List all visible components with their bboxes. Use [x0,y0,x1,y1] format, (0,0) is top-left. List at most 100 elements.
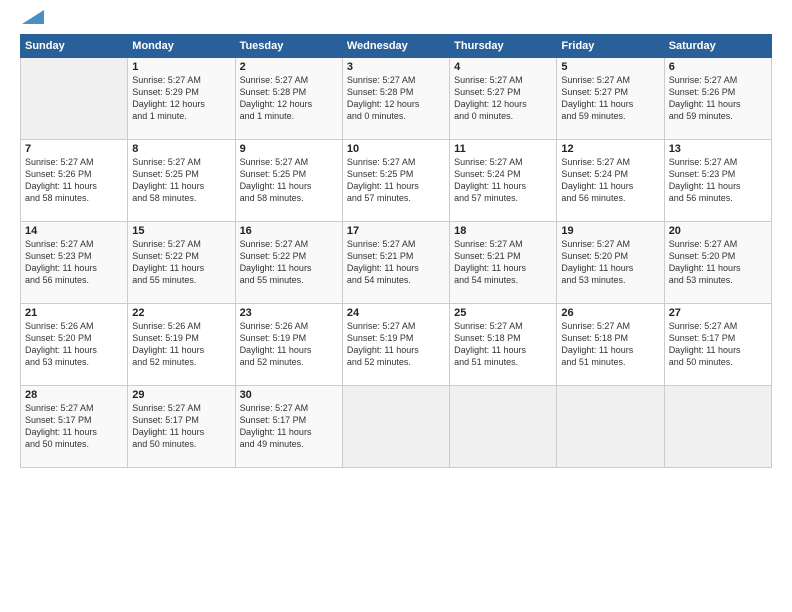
day-number: 12 [561,143,659,155]
day-number: 22 [132,307,230,319]
week-row-4: 21Sunrise: 5:26 AM Sunset: 5:20 PM Dayli… [21,304,772,386]
day-number: 20 [669,225,767,237]
day-number: 1 [132,61,230,73]
calendar-cell: 27Sunrise: 5:27 AM Sunset: 5:17 PM Dayli… [664,304,771,386]
day-number: 13 [669,143,767,155]
calendar-cell: 23Sunrise: 5:26 AM Sunset: 5:19 PM Dayli… [235,304,342,386]
calendar-cell: 21Sunrise: 5:26 AM Sunset: 5:20 PM Dayli… [21,304,128,386]
day-info: Sunrise: 5:27 AM Sunset: 5:25 PM Dayligh… [132,156,230,205]
col-header-monday: Monday [128,35,235,58]
calendar-cell: 11Sunrise: 5:27 AM Sunset: 5:24 PM Dayli… [450,140,557,222]
calendar-cell: 29Sunrise: 5:27 AM Sunset: 5:17 PM Dayli… [128,386,235,468]
day-number: 10 [347,143,445,155]
day-info: Sunrise: 5:27 AM Sunset: 5:25 PM Dayligh… [240,156,338,205]
calendar-cell: 28Sunrise: 5:27 AM Sunset: 5:17 PM Dayli… [21,386,128,468]
day-number: 24 [347,307,445,319]
day-info: Sunrise: 5:27 AM Sunset: 5:17 PM Dayligh… [25,402,123,451]
day-info: Sunrise: 5:27 AM Sunset: 5:18 PM Dayligh… [454,320,552,369]
day-number: 14 [25,225,123,237]
calendar-cell: 9Sunrise: 5:27 AM Sunset: 5:25 PM Daylig… [235,140,342,222]
day-info: Sunrise: 5:27 AM Sunset: 5:26 PM Dayligh… [25,156,123,205]
calendar-cell: 1Sunrise: 5:27 AM Sunset: 5:29 PM Daylig… [128,58,235,140]
day-info: Sunrise: 5:27 AM Sunset: 5:18 PM Dayligh… [561,320,659,369]
calendar-cell: 19Sunrise: 5:27 AM Sunset: 5:20 PM Dayli… [557,222,664,304]
day-info: Sunrise: 5:26 AM Sunset: 5:20 PM Dayligh… [25,320,123,369]
day-number: 9 [240,143,338,155]
day-info: Sunrise: 5:27 AM Sunset: 5:20 PM Dayligh… [561,238,659,287]
day-info: Sunrise: 5:27 AM Sunset: 5:17 PM Dayligh… [132,402,230,451]
calendar-cell: 7Sunrise: 5:27 AM Sunset: 5:26 PM Daylig… [21,140,128,222]
calendar-cell [21,58,128,140]
day-number: 30 [240,389,338,401]
col-header-friday: Friday [557,35,664,58]
day-number: 3 [347,61,445,73]
day-info: Sunrise: 5:27 AM Sunset: 5:22 PM Dayligh… [132,238,230,287]
calendar-cell: 15Sunrise: 5:27 AM Sunset: 5:22 PM Dayli… [128,222,235,304]
logo [20,18,44,24]
header-row: SundayMondayTuesdayWednesdayThursdayFrid… [21,35,772,58]
day-number: 29 [132,389,230,401]
day-number: 16 [240,225,338,237]
col-header-tuesday: Tuesday [235,35,342,58]
day-info: Sunrise: 5:27 AM Sunset: 5:23 PM Dayligh… [25,238,123,287]
calendar-cell: 24Sunrise: 5:27 AM Sunset: 5:19 PM Dayli… [342,304,449,386]
calendar-cell: 22Sunrise: 5:26 AM Sunset: 5:19 PM Dayli… [128,304,235,386]
calendar-cell: 4Sunrise: 5:27 AM Sunset: 5:27 PM Daylig… [450,58,557,140]
day-info: Sunrise: 5:27 AM Sunset: 5:29 PM Dayligh… [132,74,230,123]
day-info: Sunrise: 5:27 AM Sunset: 5:24 PM Dayligh… [454,156,552,205]
calendar-cell: 26Sunrise: 5:27 AM Sunset: 5:18 PM Dayli… [557,304,664,386]
day-info: Sunrise: 5:27 AM Sunset: 5:27 PM Dayligh… [561,74,659,123]
day-info: Sunrise: 5:27 AM Sunset: 5:24 PM Dayligh… [561,156,659,205]
day-number: 7 [25,143,123,155]
day-info: Sunrise: 5:27 AM Sunset: 5:17 PM Dayligh… [240,402,338,451]
day-info: Sunrise: 5:27 AM Sunset: 5:25 PM Dayligh… [347,156,445,205]
page: SundayMondayTuesdayWednesdayThursdayFrid… [0,0,792,612]
day-number: 23 [240,307,338,319]
week-row-3: 14Sunrise: 5:27 AM Sunset: 5:23 PM Dayli… [21,222,772,304]
day-number: 15 [132,225,230,237]
day-number: 17 [347,225,445,237]
calendar-cell [342,386,449,468]
day-number: 28 [25,389,123,401]
calendar-cell: 12Sunrise: 5:27 AM Sunset: 5:24 PM Dayli… [557,140,664,222]
calendar-cell: 6Sunrise: 5:27 AM Sunset: 5:26 PM Daylig… [664,58,771,140]
day-info: Sunrise: 5:27 AM Sunset: 5:19 PM Dayligh… [347,320,445,369]
calendar-cell: 18Sunrise: 5:27 AM Sunset: 5:21 PM Dayli… [450,222,557,304]
week-row-2: 7Sunrise: 5:27 AM Sunset: 5:26 PM Daylig… [21,140,772,222]
calendar-table: SundayMondayTuesdayWednesdayThursdayFrid… [20,34,772,468]
day-info: Sunrise: 5:27 AM Sunset: 5:20 PM Dayligh… [669,238,767,287]
calendar-cell: 25Sunrise: 5:27 AM Sunset: 5:18 PM Dayli… [450,304,557,386]
calendar-cell [664,386,771,468]
day-info: Sunrise: 5:27 AM Sunset: 5:27 PM Dayligh… [454,74,552,123]
day-info: Sunrise: 5:27 AM Sunset: 5:28 PM Dayligh… [347,74,445,123]
calendar-cell: 8Sunrise: 5:27 AM Sunset: 5:25 PM Daylig… [128,140,235,222]
logo-icon [22,10,44,24]
day-info: Sunrise: 5:27 AM Sunset: 5:21 PM Dayligh… [454,238,552,287]
calendar-cell: 2Sunrise: 5:27 AM Sunset: 5:28 PM Daylig… [235,58,342,140]
day-number: 25 [454,307,552,319]
col-header-wednesday: Wednesday [342,35,449,58]
calendar-cell: 16Sunrise: 5:27 AM Sunset: 5:22 PM Dayli… [235,222,342,304]
day-number: 5 [561,61,659,73]
day-number: 21 [25,307,123,319]
day-number: 27 [669,307,767,319]
day-info: Sunrise: 5:27 AM Sunset: 5:22 PM Dayligh… [240,238,338,287]
calendar-cell: 14Sunrise: 5:27 AM Sunset: 5:23 PM Dayli… [21,222,128,304]
calendar-cell: 20Sunrise: 5:27 AM Sunset: 5:20 PM Dayli… [664,222,771,304]
calendar-cell: 5Sunrise: 5:27 AM Sunset: 5:27 PM Daylig… [557,58,664,140]
col-header-sunday: Sunday [21,35,128,58]
day-number: 6 [669,61,767,73]
week-row-5: 28Sunrise: 5:27 AM Sunset: 5:17 PM Dayli… [21,386,772,468]
week-row-1: 1Sunrise: 5:27 AM Sunset: 5:29 PM Daylig… [21,58,772,140]
day-number: 18 [454,225,552,237]
calendar-cell: 13Sunrise: 5:27 AM Sunset: 5:23 PM Dayli… [664,140,771,222]
calendar-cell: 17Sunrise: 5:27 AM Sunset: 5:21 PM Dayli… [342,222,449,304]
day-info: Sunrise: 5:27 AM Sunset: 5:26 PM Dayligh… [669,74,767,123]
day-number: 26 [561,307,659,319]
day-info: Sunrise: 5:26 AM Sunset: 5:19 PM Dayligh… [240,320,338,369]
day-number: 2 [240,61,338,73]
col-header-saturday: Saturday [664,35,771,58]
day-number: 4 [454,61,552,73]
day-number: 11 [454,143,552,155]
day-number: 19 [561,225,659,237]
